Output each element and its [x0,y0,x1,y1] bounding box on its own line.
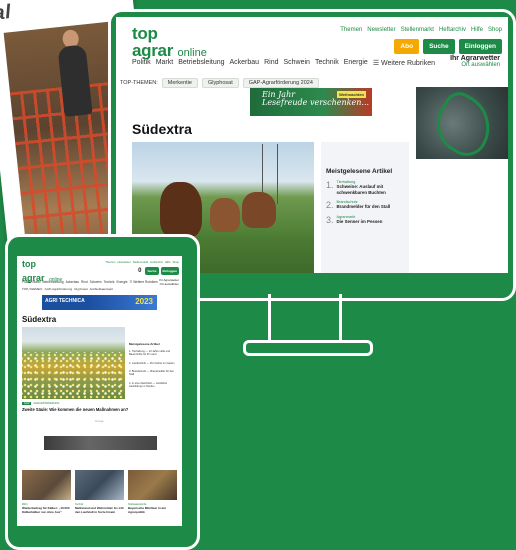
most-read-item[interactable]: 2. Landtechnik — Pro Fahrer im Garten [129,362,179,365]
tablet-promo-banner[interactable]: AGRI TECHNICA 2023 [42,295,157,310]
nav-item[interactable]: Schwein [90,280,102,284]
login-button[interactable]: Einloggen [458,39,502,54]
search-button[interactable]: Suche [145,267,159,275]
nav-item-schwein[interactable]: Schwein [283,59,309,67]
util-link-hilfe[interactable]: Hilfe [471,27,483,33]
login-button[interactable]: Einloggen [160,267,179,275]
nav-item-betriebsleitung[interactable]: Betriebsleitung [178,59,224,67]
tablet-utility-nav: Themen Newsletter Stellenmarkt Heftarchi… [105,260,179,264]
ad-image[interactable] [416,87,508,159]
most-read-item[interactable]: 3. Agrarmarkt Die Senner im Pessen [326,215,404,225]
tablet-most-read-sidebar: Meistgelesene Artikel 1. Tierhaltung — 1… [129,342,179,394]
tablet-hero-photo[interactable] [22,327,125,399]
weather-location-link[interactable]: Ort auswählen [159,282,179,286]
util-link-themen[interactable]: Themen [340,27,362,33]
tablet-screen: top agrar online Themen Newsletter Stell… [17,256,182,526]
search-button[interactable]: Suche [423,39,455,54]
nav-item[interactable]: Markt [33,280,41,284]
topic-chip[interactable]: Glyphosat [201,78,239,88]
util-link-newsletter[interactable]: Newsletter [367,27,395,33]
most-read-item[interactable]: 1. Tierhaltung — 10 Jahre Höfe und Bauer… [129,350,179,357]
monitor-stand [268,294,342,342]
nav-item-technik[interactable]: Technik [315,59,339,67]
article-tag-text: AGRARFÖRDERUNG [33,402,60,405]
most-read-item[interactable]: 4. In eine Gleichheit — Ländliche Ausbil… [129,382,179,389]
tablet-main-nav: Politik Markt Betriebsleitung Ackerbau R… [22,280,158,284]
page-title: Südextra [132,121,192,137]
top-topics: TOP-THEMEN: Merkentie Glyphosat GAP-Agra… [120,78,319,88]
nav-item-more[interactable]: ☰ Weitere Rubriken [129,280,157,284]
util-link[interactable]: Themen [105,260,115,264]
util-link-stellenmarkt[interactable]: Stellenmarkt [401,27,434,33]
nav-item[interactable]: Technik [104,280,115,284]
article-cards: Milch Wiederbeitrag für Kälber: „10.000 … [22,470,178,515]
article-card[interactable]: Südstaatenküche Bayerische Milchbar in d… [128,470,177,515]
article-tag-label: GAP [22,402,32,405]
nav-item-energie[interactable]: Energie [344,59,368,67]
util-link[interactable]: Shop [172,260,179,264]
nav-item-rind[interactable]: Rind [264,59,278,67]
topic-chip[interactable]: GAP-Agrarförderung 2024 [242,78,319,88]
tablet-ad-banner[interactable] [44,436,157,450]
nav-item[interactable]: Politik [22,280,31,284]
util-link-heftarchiv[interactable]: Heftarchiv [439,27,466,33]
article-card[interactable]: Technik Melkstand und Wehrmittel: Es tri… [75,470,124,515]
main-nav: Politik Markt Betriebsleitung Ackerbau R… [132,59,435,67]
article-card-title: Wiederbeitrag für Kälber: „10.000 Kälber… [22,506,70,514]
nav-item-more[interactable]: ☰ Weitere Rubriken [373,59,435,67]
article-card-image [128,470,177,500]
top-topics-label: TOP-THEMEN: [22,287,43,291]
promo-banner[interactable]: Ein Jahr Lesefreude verschenken... Weihn… [250,88,372,116]
most-read-sidebar: Meistgelesene Artikel 1. Tierhaltung Sch… [321,142,409,273]
banner-line-2: Lesefreude verschenken... [262,98,370,108]
tablet-page-title: Südextra [22,315,57,324]
header-buttons: Abo Suche Einloggen [394,39,502,54]
ad-label: Anzeige [95,420,104,423]
weather-title: Ihr Agrarwetter [450,55,500,62]
article-card-image [22,470,71,500]
topic-chip[interactable]: Merkentie [161,78,198,88]
most-read-item[interactable]: 1. Tierhaltung Schweine: Auslauf mit sch… [326,180,404,195]
banner-line-2: 2023 [135,297,153,306]
article-card-title: Melkstand und Wehrmittel: Es tritt den L… [75,506,124,514]
tablet-weather-widget[interactable]: Ihr Agrarwetter Ort auswählen [159,278,179,286]
tablet-header-buttons: 0 Suche Einloggen [138,267,179,275]
nav-item[interactable]: Ackerbau [66,280,79,284]
banner-line-1: AGRI TECHNICA [45,298,85,304]
article-card[interactable]: Milch Wiederbeitrag für Kälber: „10.000 … [22,470,71,515]
util-link[interactable]: Hilfe [165,260,171,264]
utility-nav: Themen Newsletter Stellenmarkt Heftarchi… [340,27,502,33]
topic-chip[interactable]: Glyphosat [74,287,88,291]
weather-widget[interactable]: Ihr Agrarwetter Ort auswählen [450,55,500,68]
abo-counter[interactable]: 0 [138,268,141,274]
weather-location-link[interactable]: Ort auswählen [450,62,500,68]
util-link[interactable]: Stellenmarkt [133,260,149,264]
util-link[interactable]: Newsletter [117,260,130,264]
nav-item[interactable]: Betriebsleitung [42,280,63,284]
site-logo[interactable]: top agrar online [132,25,207,60]
nav-item[interactable]: Energie [116,280,127,284]
article-card-image [75,470,124,500]
tablet-top-topics: TOP-THEMEN: GAP-Agrarförderung Glyphosat… [22,287,113,291]
nav-item-markt[interactable]: Markt [156,59,174,67]
util-link-shop[interactable]: Shop [488,27,502,33]
nav-item-ackerbau[interactable]: Ackerbau [230,59,260,67]
topic-chip[interactable]: GAP-Agrarförderung [45,287,73,291]
most-read-item[interactable]: 3. Brandschutz — Brandmelder für den Sta… [129,370,179,377]
topic-chip[interactable]: Antibiotikaeinsatz [90,287,113,291]
most-read-heading: Meistgelesene Artikel [326,168,393,175]
top-topics-label: TOP-THEMEN: [120,80,158,86]
magazine-heading: al [0,0,13,25]
article-headline[interactable]: Zweite Säule: Wie kommen die neuen Maßna… [22,407,128,412]
most-read-heading: Meistgelesene Artikel [129,342,160,346]
nav-item[interactable]: Rind [81,280,88,284]
banner-badge: Weihnachten [337,91,366,98]
util-link[interactable]: Heftarchiv [150,260,163,264]
monitor-base [243,340,373,356]
article-card-title: Bayerische Milchbar in der Agrarpolitik [128,506,167,514]
nav-item-politik[interactable]: Politik [132,59,151,67]
abo-button[interactable]: Abo [394,39,420,54]
article-tag: GAP AGRARFÖRDERUNG [22,402,59,405]
most-read-item[interactable]: 2. Brandschutz Brandmelder für den Stall [326,200,404,210]
